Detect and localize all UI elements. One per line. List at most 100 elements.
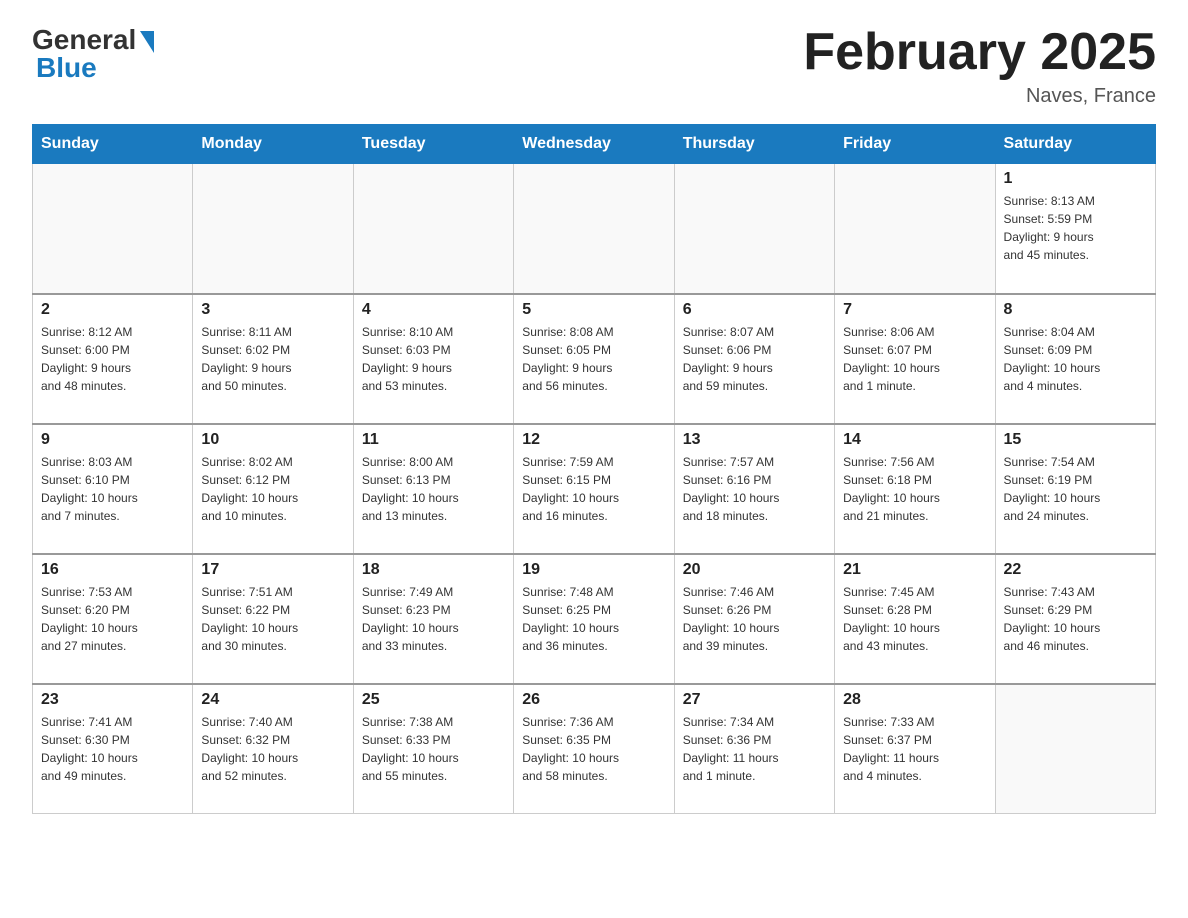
day-number: 10 bbox=[201, 431, 344, 449]
day-number: 1 bbox=[1004, 170, 1147, 188]
day-info: Sunrise: 8:11 AM Sunset: 6:02 PM Dayligh… bbox=[201, 323, 344, 395]
logo-arrow-icon bbox=[140, 31, 154, 53]
location-text: Naves, France bbox=[803, 85, 1156, 108]
calendar-day-cell: 12 Sunrise: 7:59 AM Sunset: 6:15 PM Dayli… bbox=[514, 424, 674, 554]
calendar-day-cell bbox=[514, 164, 674, 294]
day-number: 16 bbox=[41, 561, 184, 579]
day-info: Sunrise: 7:48 AM Sunset: 6:25 PM Dayligh… bbox=[522, 583, 665, 655]
calendar-day-cell: 14 Sunrise: 7:56 AM Sunset: 6:18 PM Dayli… bbox=[835, 424, 995, 554]
day-number: 26 bbox=[522, 691, 665, 709]
calendar-header-row: SundayMondayTuesdayWednesdayThursdayFrid… bbox=[33, 125, 1156, 164]
day-info: Sunrise: 8:12 AM Sunset: 6:00 PM Dayligh… bbox=[41, 323, 184, 395]
day-info: Sunrise: 7:38 AM Sunset: 6:33 PM Dayligh… bbox=[362, 713, 505, 785]
calendar-table: SundayMondayTuesdayWednesdayThursdayFrid… bbox=[32, 124, 1156, 814]
day-number: 4 bbox=[362, 301, 505, 319]
day-number: 19 bbox=[522, 561, 665, 579]
calendar-day-cell bbox=[835, 164, 995, 294]
calendar-week-row: 2 Sunrise: 8:12 AM Sunset: 6:00 PM Daylig… bbox=[33, 294, 1156, 424]
day-number: 11 bbox=[362, 431, 505, 449]
day-info: Sunrise: 7:54 AM Sunset: 6:19 PM Dayligh… bbox=[1004, 453, 1147, 525]
calendar-day-cell: 13Sunrise: 7:57 AM Sunset: 6:16 PM Dayli… bbox=[674, 424, 834, 554]
calendar-header-thursday: Thursday bbox=[674, 125, 834, 164]
page-header: General Blue February 2025 Naves, France bbox=[32, 24, 1156, 108]
calendar-day-cell bbox=[995, 684, 1155, 814]
day-number: 6 bbox=[683, 301, 826, 319]
day-number: 15 bbox=[1004, 431, 1147, 449]
day-number: 27 bbox=[683, 691, 826, 709]
calendar-header-friday: Friday bbox=[835, 125, 995, 164]
day-number: 5 bbox=[522, 301, 665, 319]
calendar-day-cell: 19 Sunrise: 7:48 AM Sunset: 6:25 PM Dayli… bbox=[514, 554, 674, 684]
calendar-day-cell: 5Sunrise: 8:08 AM Sunset: 6:05 PM Daylig… bbox=[514, 294, 674, 424]
calendar-day-cell: 7 Sunrise: 8:06 AM Sunset: 6:07 PM Daylig… bbox=[835, 294, 995, 424]
calendar-week-row: 16 Sunrise: 7:53 AM Sunset: 6:20 PM Dayli… bbox=[33, 554, 1156, 684]
day-info: Sunrise: 8:00 AM Sunset: 6:13 PM Dayligh… bbox=[362, 453, 505, 525]
day-number: 28 bbox=[843, 691, 986, 709]
day-number: 13 bbox=[683, 431, 826, 449]
calendar-day-cell: 20 Sunrise: 7:46 AM Sunset: 6:26 PM Dayli… bbox=[674, 554, 834, 684]
day-info: Sunrise: 7:34 AM Sunset: 6:36 PM Dayligh… bbox=[683, 713, 826, 785]
calendar-day-cell: 21 Sunrise: 7:45 AM Sunset: 6:28 PM Dayli… bbox=[835, 554, 995, 684]
day-info: Sunrise: 8:10 AM Sunset: 6:03 PM Dayligh… bbox=[362, 323, 505, 395]
calendar-day-cell bbox=[33, 164, 193, 294]
day-info: Sunrise: 7:49 AM Sunset: 6:23 PM Dayligh… bbox=[362, 583, 505, 655]
calendar-day-cell: 15 Sunrise: 7:54 AM Sunset: 6:19 PM Dayli… bbox=[995, 424, 1155, 554]
day-number: 7 bbox=[843, 301, 986, 319]
day-info: Sunrise: 7:43 AM Sunset: 6:29 PM Dayligh… bbox=[1004, 583, 1147, 655]
calendar-day-cell bbox=[353, 164, 513, 294]
calendar-week-row: 9 Sunrise: 8:03 AM Sunset: 6:10 PM Daylig… bbox=[33, 424, 1156, 554]
day-number: 9 bbox=[41, 431, 184, 449]
day-number: 20 bbox=[683, 561, 826, 579]
day-number: 12 bbox=[522, 431, 665, 449]
day-info: Sunrise: 8:04 AM Sunset: 6:09 PM Dayligh… bbox=[1004, 323, 1147, 395]
calendar-day-cell: 23Sunrise: 7:41 AM Sunset: 6:30 PM Dayli… bbox=[33, 684, 193, 814]
day-number: 22 bbox=[1004, 561, 1147, 579]
calendar-day-cell: 24 Sunrise: 7:40 AM Sunset: 6:32 PM Dayli… bbox=[193, 684, 353, 814]
calendar-header-saturday: Saturday bbox=[995, 125, 1155, 164]
calendar-day-cell: 26 Sunrise: 7:36 AM Sunset: 6:35 PM Dayli… bbox=[514, 684, 674, 814]
month-title: February 2025 bbox=[803, 24, 1156, 81]
calendar-header-wednesday: Wednesday bbox=[514, 125, 674, 164]
day-number: 18 bbox=[362, 561, 505, 579]
day-number: 8 bbox=[1004, 301, 1147, 319]
day-info: Sunrise: 7:59 AM Sunset: 6:15 PM Dayligh… bbox=[522, 453, 665, 525]
calendar-day-cell: 25 Sunrise: 7:38 AM Sunset: 6:33 PM Dayli… bbox=[353, 684, 513, 814]
calendar-day-cell bbox=[193, 164, 353, 294]
calendar-day-cell: 28Sunrise: 7:33 AM Sunset: 6:37 PM Dayli… bbox=[835, 684, 995, 814]
day-number: 3 bbox=[201, 301, 344, 319]
day-info: Sunrise: 8:06 AM Sunset: 6:07 PM Dayligh… bbox=[843, 323, 986, 395]
calendar-day-cell: 16 Sunrise: 7:53 AM Sunset: 6:20 PM Dayli… bbox=[33, 554, 193, 684]
day-info: Sunrise: 7:41 AM Sunset: 6:30 PM Dayligh… bbox=[41, 713, 184, 785]
calendar-week-row: 23Sunrise: 7:41 AM Sunset: 6:30 PM Dayli… bbox=[33, 684, 1156, 814]
title-area: February 2025 Naves, France bbox=[803, 24, 1156, 108]
calendar-day-cell: 27 Sunrise: 7:34 AM Sunset: 6:36 PM Dayli… bbox=[674, 684, 834, 814]
calendar-week-row: 1 Sunrise: 8:13 AM Sunset: 5:59 PM Daylig… bbox=[33, 164, 1156, 294]
calendar-day-cell: 18 Sunrise: 7:49 AM Sunset: 6:23 PM Dayli… bbox=[353, 554, 513, 684]
day-info: Sunrise: 7:51 AM Sunset: 6:22 PM Dayligh… bbox=[201, 583, 344, 655]
day-number: 21 bbox=[843, 561, 986, 579]
calendar-day-cell: 2 Sunrise: 8:12 AM Sunset: 6:00 PM Daylig… bbox=[33, 294, 193, 424]
calendar-day-cell: 8 Sunrise: 8:04 AM Sunset: 6:09 PM Daylig… bbox=[995, 294, 1155, 424]
day-number: 14 bbox=[843, 431, 986, 449]
calendar-day-cell: 6Sunrise: 8:07 AM Sunset: 6:06 PM Daylig… bbox=[674, 294, 834, 424]
calendar-day-cell: 9 Sunrise: 8:03 AM Sunset: 6:10 PM Daylig… bbox=[33, 424, 193, 554]
logo-blue-text: Blue bbox=[36, 52, 97, 84]
day-info: Sunrise: 7:53 AM Sunset: 6:20 PM Dayligh… bbox=[41, 583, 184, 655]
calendar-day-cell: 3 Sunrise: 8:11 AM Sunset: 6:02 PM Daylig… bbox=[193, 294, 353, 424]
day-number: 2 bbox=[41, 301, 184, 319]
day-info: Sunrise: 7:46 AM Sunset: 6:26 PM Dayligh… bbox=[683, 583, 826, 655]
calendar-day-cell: 1 Sunrise: 8:13 AM Sunset: 5:59 PM Daylig… bbox=[995, 164, 1155, 294]
day-number: 25 bbox=[362, 691, 505, 709]
day-info: Sunrise: 7:36 AM Sunset: 6:35 PM Dayligh… bbox=[522, 713, 665, 785]
day-info: Sunrise: 7:56 AM Sunset: 6:18 PM Dayligh… bbox=[843, 453, 986, 525]
calendar-header-sunday: Sunday bbox=[33, 125, 193, 164]
calendar-header-monday: Monday bbox=[193, 125, 353, 164]
day-number: 24 bbox=[201, 691, 344, 709]
day-info: Sunrise: 8:03 AM Sunset: 6:10 PM Dayligh… bbox=[41, 453, 184, 525]
logo: General Blue bbox=[32, 24, 154, 84]
day-info: Sunrise: 7:45 AM Sunset: 6:28 PM Dayligh… bbox=[843, 583, 986, 655]
calendar-day-cell: 11 Sunrise: 8:00 AM Sunset: 6:13 PM Dayli… bbox=[353, 424, 513, 554]
calendar-day-cell: 17Sunrise: 7:51 AM Sunset: 6:22 PM Dayli… bbox=[193, 554, 353, 684]
day-info: Sunrise: 8:13 AM Sunset: 5:59 PM Dayligh… bbox=[1004, 192, 1147, 264]
day-info: Sunrise: 7:40 AM Sunset: 6:32 PM Dayligh… bbox=[201, 713, 344, 785]
